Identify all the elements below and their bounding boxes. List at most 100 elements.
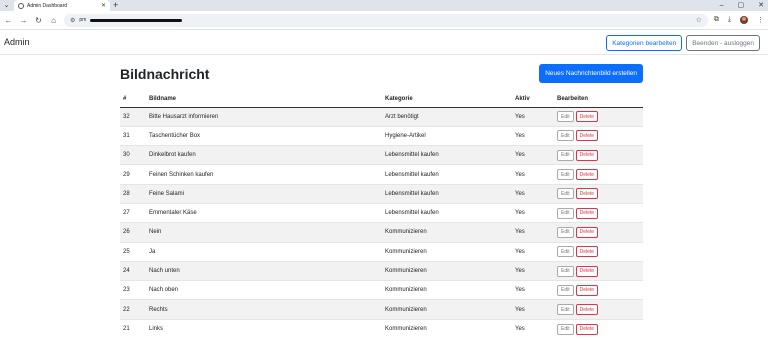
edit-button[interactable]: Edit bbox=[557, 169, 574, 181]
row-actions: Edit Delete bbox=[554, 299, 643, 320]
brand-title[interactable]: Admin bbox=[4, 37, 30, 47]
page-title: Bildnachricht bbox=[120, 66, 210, 82]
row-category: Kommunizieren bbox=[382, 260, 512, 281]
url-text: pm bbox=[79, 17, 87, 23]
row-active: Yes bbox=[512, 241, 554, 262]
row-category: Lebensmittel kaufen bbox=[382, 164, 512, 185]
tab-admin-dashboard[interactable]: Admin Dashboard ✕ bbox=[14, 0, 110, 11]
row-active: Yes bbox=[512, 183, 554, 204]
tab-title: Admin Dashboard bbox=[27, 2, 68, 9]
table-row: 21 Links Kommunizieren Yes Edit Delete bbox=[120, 318, 643, 339]
minimize-icon[interactable]: – bbox=[720, 0, 724, 11]
delete-button[interactable]: Delete bbox=[575, 323, 599, 335]
browser-tabstrip: ⌄ Admin Dashboard ✕ + – ▢ ✕ bbox=[0, 0, 768, 11]
site-info-icon[interactable]: ⚙ bbox=[70, 17, 75, 24]
row-active: Yes bbox=[512, 145, 554, 165]
table-row: 32 Bitte Hausarzt informieren Arzt benötig… bbox=[120, 106, 643, 127]
download-icon[interactable]: ⤓ bbox=[728, 16, 731, 24]
row-name: Bitte Hausarzt informieren bbox=[146, 106, 382, 127]
globe-icon bbox=[18, 2, 24, 9]
row-id: 32 bbox=[120, 106, 146, 127]
header-actions: Bearbeiten bbox=[554, 91, 643, 108]
new-tab-button[interactable]: + bbox=[113, 0, 118, 11]
row-category: Kommunizieren bbox=[382, 318, 512, 339]
row-category: Lebensmittel kaufen bbox=[382, 202, 512, 223]
bookmark-star-icon[interactable]: ☆ bbox=[696, 16, 702, 24]
delete-button[interactable]: Delete bbox=[575, 226, 599, 238]
url-redaction bbox=[90, 18, 183, 22]
row-name: Rechts bbox=[146, 299, 382, 320]
delete-button[interactable]: Delete bbox=[575, 111, 599, 123]
edit-button[interactable]: Edit bbox=[557, 265, 574, 277]
row-name: Ja bbox=[146, 241, 382, 262]
delete-button[interactable]: Delete bbox=[575, 265, 599, 277]
row-actions: Edit Delete bbox=[554, 183, 643, 204]
logout-button[interactable]: Beenden - ausloggen bbox=[686, 35, 760, 51]
table-row: 31 Taschentücher Box Hygiene-Artikel Yes Edi… bbox=[120, 125, 643, 146]
new-image-message-button[interactable]: Neues Nachrichtenbild erstellen bbox=[539, 64, 643, 83]
row-actions: Edit Delete bbox=[554, 125, 643, 146]
delete-button[interactable]: Delete bbox=[575, 304, 599, 316]
row-id: 30 bbox=[120, 145, 146, 165]
row-category: Kommunizieren bbox=[382, 241, 512, 262]
row-active: Yes bbox=[512, 106, 554, 127]
delete-button[interactable]: Delete bbox=[575, 246, 599, 258]
address-bar[interactable]: ⚙ pm ☆ bbox=[64, 13, 708, 27]
row-id: 31 bbox=[120, 125, 146, 146]
delete-button[interactable]: Delete bbox=[575, 149, 599, 161]
menu-icon[interactable]: ⋮ bbox=[757, 16, 764, 24]
messages-table: # Bildname Kategorie Aktiv Bearbeiten 32… bbox=[120, 91, 643, 339]
row-id: 22 bbox=[120, 299, 146, 320]
edit-button[interactable]: Edit bbox=[557, 246, 574, 258]
extensions-icon[interactable]: ⧉ bbox=[714, 16, 719, 24]
edit-button[interactable]: Edit bbox=[557, 130, 574, 142]
row-name: Feine Salami bbox=[146, 183, 382, 204]
delete-button[interactable]: Delete bbox=[575, 169, 599, 181]
row-category: Lebensmittel kaufen bbox=[382, 183, 512, 204]
table-row: 22 Rechts Kommunizieren Yes Edit Delete bbox=[120, 299, 643, 320]
row-category: Kommunizieren bbox=[382, 222, 512, 243]
forward-icon[interactable]: → bbox=[19, 16, 28, 25]
row-actions: Edit Delete bbox=[554, 241, 643, 262]
back-icon[interactable]: ← bbox=[4, 16, 13, 25]
row-id: 21 bbox=[120, 318, 146, 339]
close-icon[interactable]: ✕ bbox=[101, 2, 106, 9]
edit-categories-button[interactable]: Kategorien bearbeiten bbox=[606, 35, 683, 51]
row-name: Emmentaler Käse bbox=[146, 202, 382, 223]
profile-avatar[interactable] bbox=[740, 16, 748, 24]
maximize-icon[interactable]: ▢ bbox=[738, 0, 745, 11]
home-icon[interactable]: ⌂ bbox=[49, 16, 58, 25]
row-id: 29 bbox=[120, 164, 146, 185]
edit-button[interactable]: Edit bbox=[557, 188, 574, 200]
row-actions: Edit Delete bbox=[554, 145, 643, 165]
edit-button[interactable]: Edit bbox=[557, 149, 574, 161]
edit-button[interactable]: Edit bbox=[557, 111, 574, 123]
delete-button[interactable]: Delete bbox=[575, 207, 599, 219]
delete-button[interactable]: Delete bbox=[575, 130, 599, 142]
row-category: Lebensmittel kaufen bbox=[382, 145, 512, 165]
table-header-row: # Bildname Kategorie Aktiv Bearbeiten bbox=[120, 91, 643, 108]
edit-button[interactable]: Edit bbox=[557, 226, 574, 238]
table-row: 28 Feine Salami Lebensmittel kaufen Yes Edit… bbox=[120, 183, 643, 204]
reload-icon[interactable]: ↻ bbox=[34, 16, 43, 25]
header-name: Bildname bbox=[146, 91, 382, 108]
edit-button[interactable]: Edit bbox=[557, 304, 574, 316]
row-name: Dinkelbrot kaufen bbox=[146, 145, 382, 165]
row-category: Kommunizieren bbox=[382, 280, 512, 300]
edit-button[interactable]: Edit bbox=[557, 207, 574, 219]
table-row: 26 Nein Kommunizieren Yes Edit Delete bbox=[120, 222, 643, 243]
row-id: 23 bbox=[120, 280, 146, 300]
row-active: Yes bbox=[512, 260, 554, 281]
row-actions: Edit Delete bbox=[554, 202, 643, 223]
row-actions: Edit Delete bbox=[554, 318, 643, 339]
window-close-icon[interactable]: ✕ bbox=[758, 0, 764, 11]
row-category: Hygiene-Artikel bbox=[382, 125, 512, 146]
row-active: Yes bbox=[512, 318, 554, 339]
edit-button[interactable]: Edit bbox=[557, 284, 574, 296]
row-category: Arzt benötigt bbox=[382, 106, 512, 127]
delete-button[interactable]: Delete bbox=[575, 188, 599, 200]
delete-button[interactable]: Delete bbox=[575, 284, 599, 296]
row-id: 28 bbox=[120, 183, 146, 204]
tab-search-icon[interactable]: ⌄ bbox=[2, 1, 11, 10]
edit-button[interactable]: Edit bbox=[557, 323, 574, 335]
